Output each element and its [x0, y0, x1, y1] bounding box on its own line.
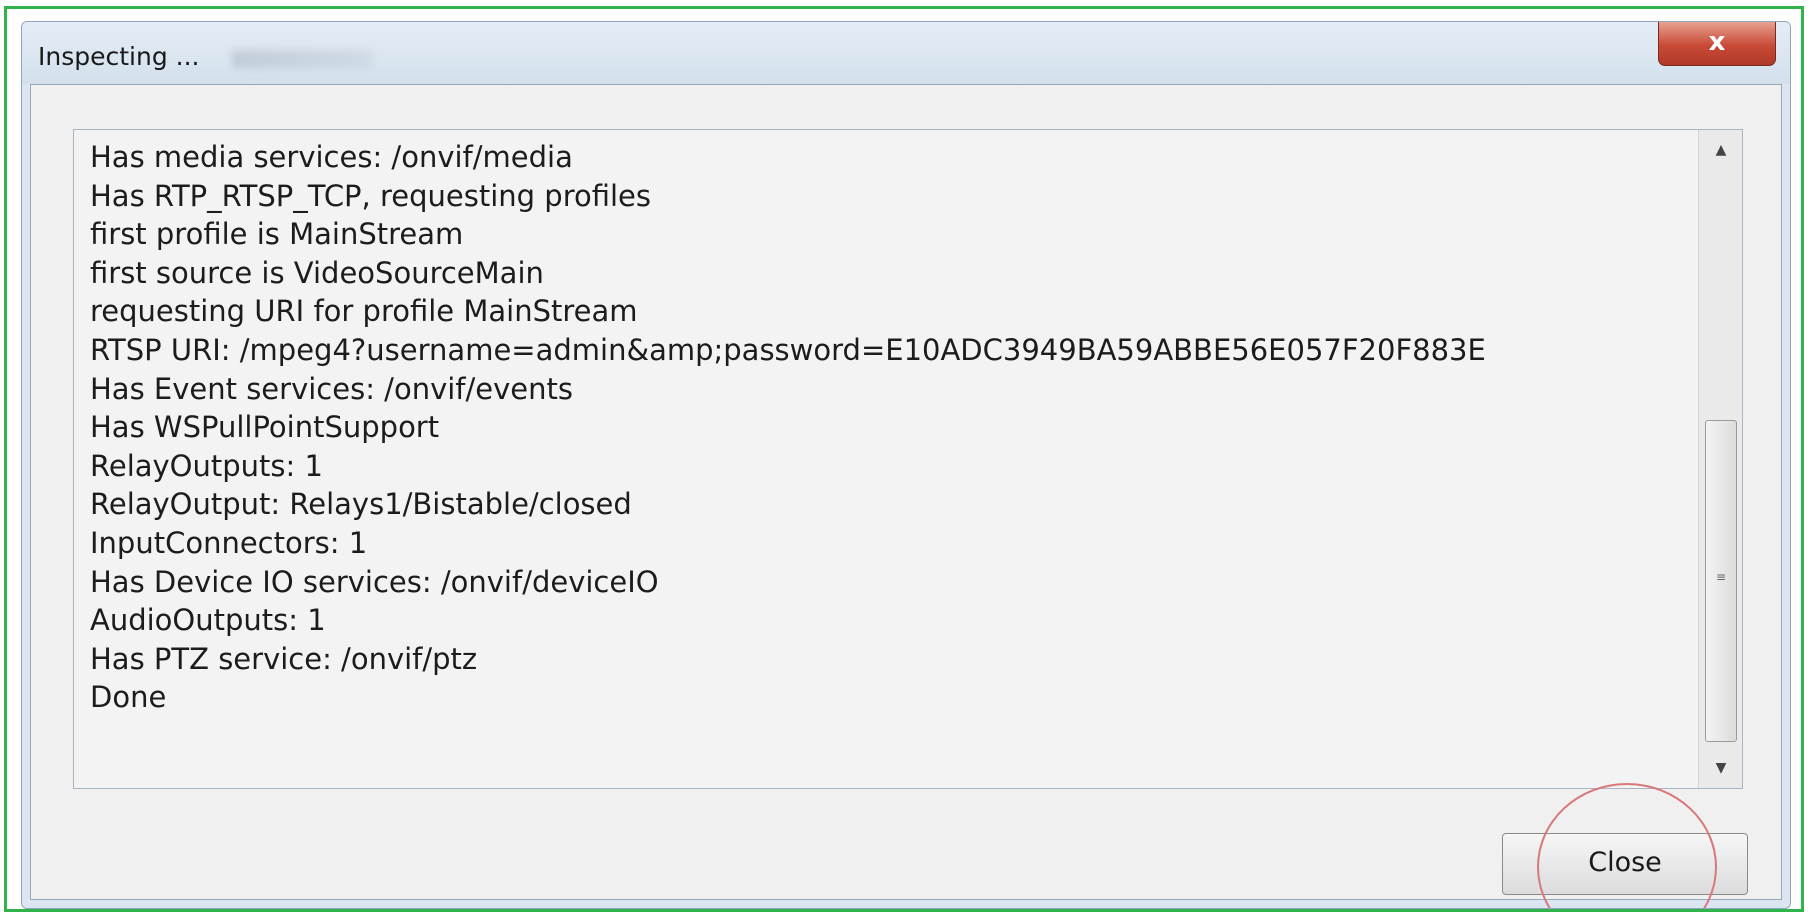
scroll-down-arrow-icon[interactable]: ▼ [1699, 748, 1742, 788]
scroll-up-arrow-icon[interactable]: ▲ [1699, 130, 1742, 170]
scrollbar-thumb[interactable]: ≡ [1705, 420, 1737, 742]
vertical-scrollbar[interactable]: ▲ ≡ ▼ [1698, 130, 1742, 788]
log-line: first source is VideoSourceMain [90, 255, 544, 290]
title-bar[interactable]: Inspecting ... x [22, 22, 1790, 84]
log-line: Has Device IO services: /onvif/deviceIO [90, 564, 659, 599]
log-line: Has Event services: /onvif/events [90, 371, 573, 406]
window-close-button[interactable]: x [1658, 22, 1776, 66]
screenshot-frame: Inspecting ... x Has media services: /on… [4, 6, 1804, 912]
dialog-body: Has media services: /onvif/media Has RTP… [30, 84, 1782, 908]
log-line: Has media services: /onvif/media [90, 140, 573, 174]
close-icon: x [1708, 27, 1726, 57]
window-title: Inspecting ... [38, 42, 200, 71]
log-line: RelayOutputs: 1 [90, 448, 323, 483]
inspecting-dialog: Inspecting ... x Has media services: /on… [21, 21, 1791, 909]
log-line: requesting URI for profile MainStream [90, 294, 638, 329]
log-line: InputConnectors: 1 [90, 525, 368, 560]
log-line: RTSP URI: /mpeg4?username=admin&amp;pass… [90, 332, 1486, 367]
close-button[interactable]: Close [1502, 833, 1748, 895]
log-line: Done [90, 680, 167, 715]
log-line: AudioOutputs: 1 [90, 603, 326, 638]
grip-icon: ≡ [1716, 570, 1727, 584]
log-line: Has RTP_RTSP_TCP, requesting profiles [90, 178, 651, 213]
log-lines: Has media services: /onvif/media Has RTP… [90, 138, 1680, 717]
blurred-title-detail [232, 50, 372, 68]
log-line: RelayOutput: Relays1/Bistable/closed [90, 487, 632, 522]
log-line: first profile is MainStream [90, 217, 464, 252]
log-output-textbox[interactable]: Has media services: /onvif/media Has RTP… [73, 129, 1743, 789]
log-line: Has PTZ service: /onvif/ptz [90, 641, 478, 676]
log-line: Has WSPullPointSupport [90, 410, 440, 445]
